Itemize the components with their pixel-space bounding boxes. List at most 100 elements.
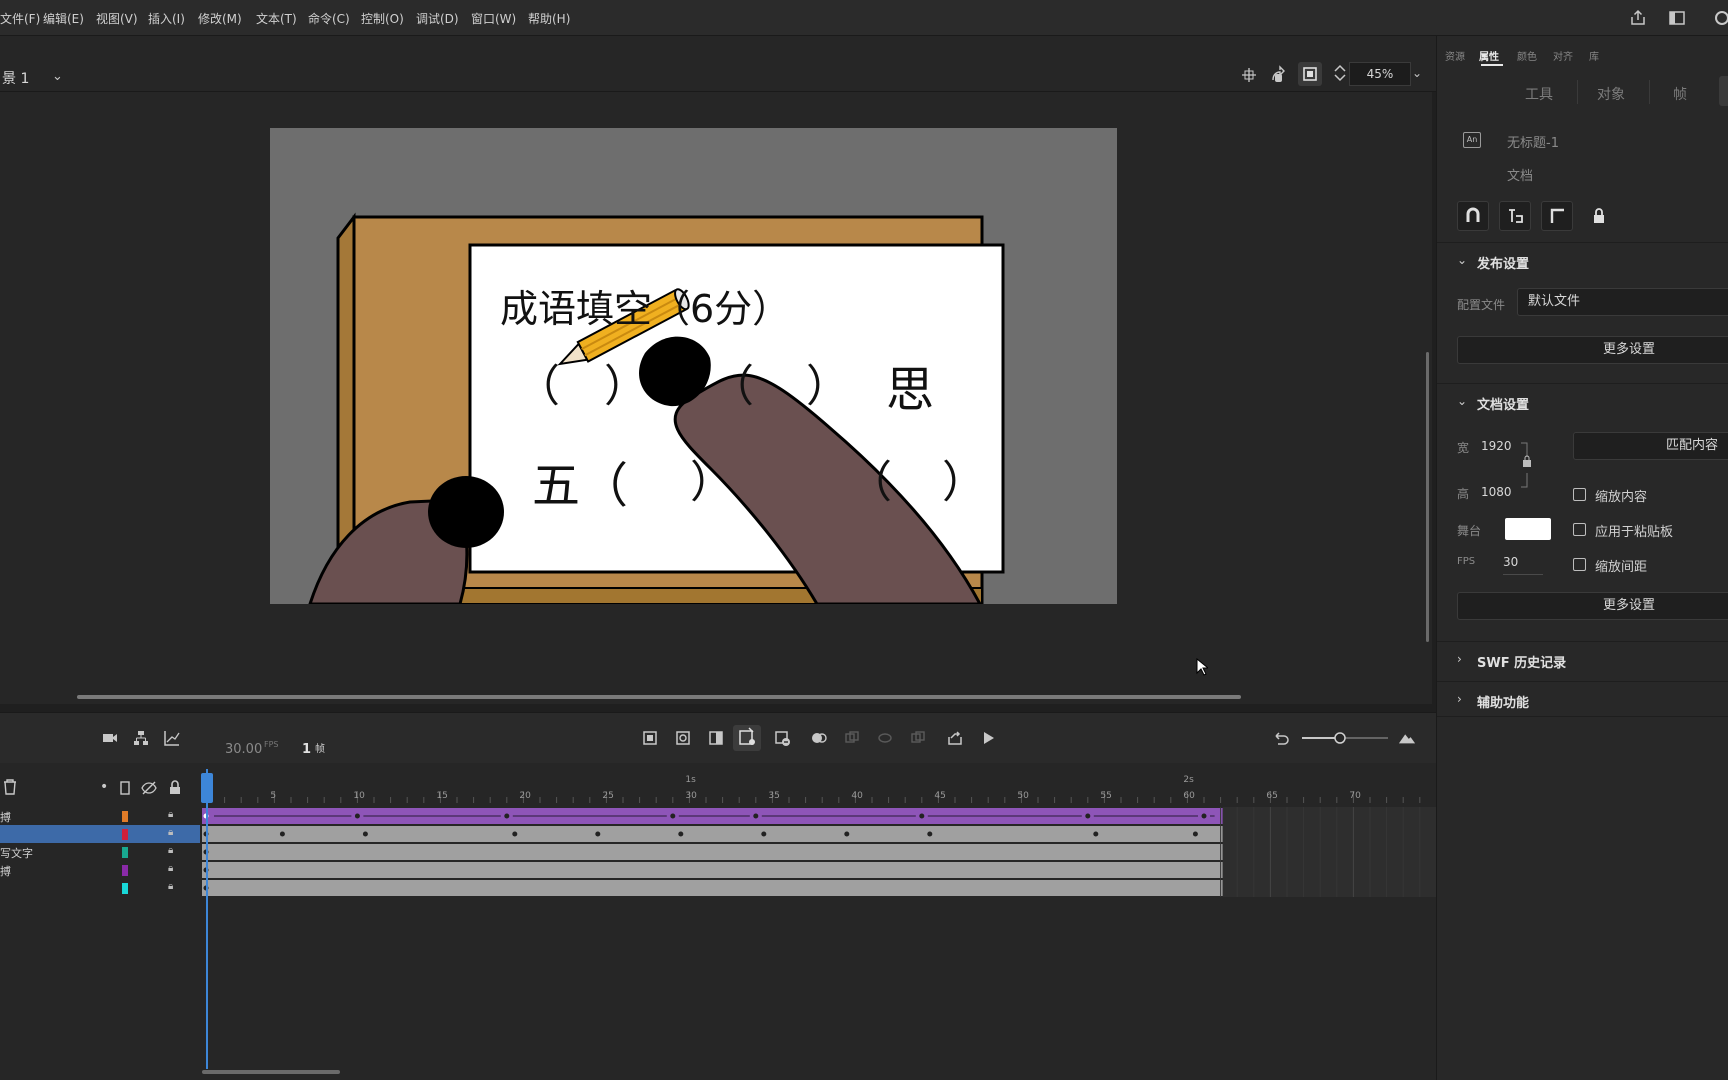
menu-window[interactable]: 窗口(W) (471, 10, 516, 27)
tab-align[interactable]: 对齐 (1553, 48, 1573, 63)
fps-value[interactable]: 30 (1503, 555, 1518, 569)
keyframe-dot[interactable] (1085, 813, 1091, 819)
trash-icon[interactable] (3, 779, 17, 795)
keyframe-dot[interactable] (927, 831, 933, 837)
link-dimensions-icon[interactable] (1519, 440, 1533, 490)
stage-color-swatch[interactable] (1505, 518, 1551, 540)
layer-row[interactable]: 🔒︎ (0, 879, 200, 897)
layer-color-swatch[interactable] (122, 829, 128, 840)
frame-span[interactable] (202, 862, 1223, 878)
scene-name[interactable]: 景 1 (2, 68, 29, 88)
blank-keyframe-icon[interactable] (674, 729, 692, 747)
insert-keyframe-icon[interactable] (641, 729, 659, 747)
document-more-button[interactable]: 更多设置 (1457, 592, 1728, 620)
keyframe-dot[interactable] (678, 831, 684, 837)
tab-properties[interactable]: 属性 (1479, 48, 1499, 63)
subtab-frame[interactable]: 帧 (1673, 84, 1687, 104)
rotate-hand-icon[interactable] (1268, 65, 1288, 85)
subtab-tool[interactable]: 工具 (1525, 84, 1553, 104)
keyframe-dot[interactable] (1192, 831, 1198, 837)
mountain-zoom-icon[interactable] (1398, 729, 1416, 747)
stage-canvas[interactable]: 成语填空（6分） （ ） （ ） 思 五（ ） （ ） (270, 128, 1117, 604)
edit-multiple-frames-icon[interactable] (876, 729, 894, 747)
subtab-document[interactable] (1719, 76, 1728, 106)
layer-name[interactable]: 写文字 (0, 845, 33, 861)
document-settings-header[interactable]: ⌄ 文档设置 (1437, 383, 1728, 419)
scale-spacing-checkbox[interactable] (1573, 558, 1586, 571)
timeline-scrollbar[interactable] (202, 1070, 340, 1074)
menu-view[interactable]: 视图(V) (96, 10, 138, 27)
scale-content-checkbox[interactable] (1573, 488, 1586, 501)
horizontal-scrollbar[interactable] (77, 695, 1241, 699)
onion-skin-icon[interactable] (810, 729, 828, 747)
layer-lock-icon[interactable]: 🔒︎ (168, 863, 173, 874)
frame-grid[interactable] (202, 807, 1436, 897)
keyframe-dot[interactable] (844, 831, 850, 837)
keyframe-dot[interactable] (761, 831, 767, 837)
menu-insert[interactable]: 插入(I) (148, 10, 185, 27)
layer-lock-icon[interactable]: 🔒︎ (168, 827, 173, 838)
layer-color-swatch[interactable] (122, 883, 128, 894)
layer-row[interactable]: 搏 🔒︎ (0, 807, 200, 825)
frame-ruler[interactable]: 5 10 15 20 25 30 35 40 45 50 55 60 65 70 1s 2s (202, 769, 1436, 805)
chevron-down-icon[interactable]: ⌄ (1407, 62, 1427, 86)
keyframe-dot[interactable] (362, 831, 368, 837)
layer-row[interactable]: 🔒︎ (0, 825, 200, 843)
keyframe-dot[interactable] (1201, 813, 1207, 819)
layer-lock-icon[interactable]: 🔒︎ (168, 881, 173, 892)
chevron-down-icon[interactable]: ⌄ (52, 69, 63, 84)
magnet-button[interactable] (1457, 201, 1489, 231)
accessibility-header[interactable]: › 辅助功能 (1437, 681, 1728, 717)
empty-frames[interactable] (1222, 807, 1436, 897)
keyframe-dot[interactable] (504, 813, 510, 819)
modify-markers-icon[interactable] (909, 729, 927, 747)
layer-row[interactable]: 写文字 🔒︎ (0, 843, 200, 861)
keyframe-dot[interactable] (1093, 831, 1099, 837)
timeline-fps[interactable]: 30.00 (225, 742, 262, 757)
layer-color-swatch[interactable] (122, 865, 128, 876)
timeline-zoom-slider[interactable] (1300, 729, 1390, 747)
menu-debug[interactable]: 调试(D) (416, 10, 459, 27)
tab-color[interactable]: 颜色 (1517, 48, 1537, 63)
frame-span[interactable] (202, 880, 1223, 896)
layer-name[interactable]: 搏 (0, 863, 11, 879)
keyframe-dot[interactable] (512, 831, 518, 837)
height-value[interactable]: 1080 (1481, 485, 1512, 499)
tab-library[interactable]: 库 (1589, 48, 1599, 63)
layer-lock-icon[interactable]: 🔒︎ (168, 845, 173, 856)
layer-lock-icon[interactable]: 🔒︎ (168, 809, 173, 820)
publish-settings-header[interactable]: ⌄ 发布设置 (1437, 242, 1728, 278)
keyframe-dot[interactable] (595, 831, 601, 837)
keyframe-dot[interactable] (753, 813, 759, 819)
clip-stage-button[interactable] (1298, 62, 1322, 86)
tab-assets[interactable]: 资源 (1445, 48, 1465, 63)
layer-color-swatch[interactable] (122, 811, 128, 822)
graph-icon[interactable] (163, 729, 181, 747)
menu-text[interactable]: 文本(T) (256, 10, 297, 27)
profile-select[interactable]: 默认文件 (1517, 288, 1728, 316)
layer-parenting-icon[interactable] (132, 729, 150, 747)
zoom-input[interactable]: 45% (1349, 62, 1411, 86)
menu-edit[interactable]: 编辑(E) (43, 10, 84, 27)
frame-span[interactable] (202, 844, 1223, 860)
lock-icon[interactable] (168, 780, 182, 795)
playhead-handle[interactable] (201, 773, 213, 803)
keyframe-dot[interactable] (279, 831, 285, 837)
lock-button[interactable] (1583, 201, 1615, 231)
zoom-stepper-icon[interactable] (1330, 63, 1350, 83)
account-icon[interactable] (1713, 9, 1728, 27)
keyframe-dot[interactable] (354, 813, 360, 819)
menu-control[interactable]: 控制(O) (361, 10, 404, 27)
playhead[interactable] (206, 769, 208, 1069)
publish-more-button[interactable]: 更多设置 (1457, 336, 1728, 364)
share-icon[interactable] (1629, 9, 1647, 27)
undo-icon[interactable] (1272, 729, 1290, 747)
auto-keyframe-button[interactable] (733, 725, 761, 751)
corner-button[interactable] (1541, 201, 1573, 231)
menu-commands[interactable]: 命令(C) (308, 10, 350, 27)
panel-layout-icon[interactable] (1668, 9, 1686, 27)
outline-icon[interactable] (120, 781, 130, 795)
width-value[interactable]: 1920 (1481, 439, 1512, 453)
subtab-object[interactable]: 对象 (1597, 84, 1625, 104)
apply-pasteboard-checkbox[interactable] (1573, 523, 1586, 536)
